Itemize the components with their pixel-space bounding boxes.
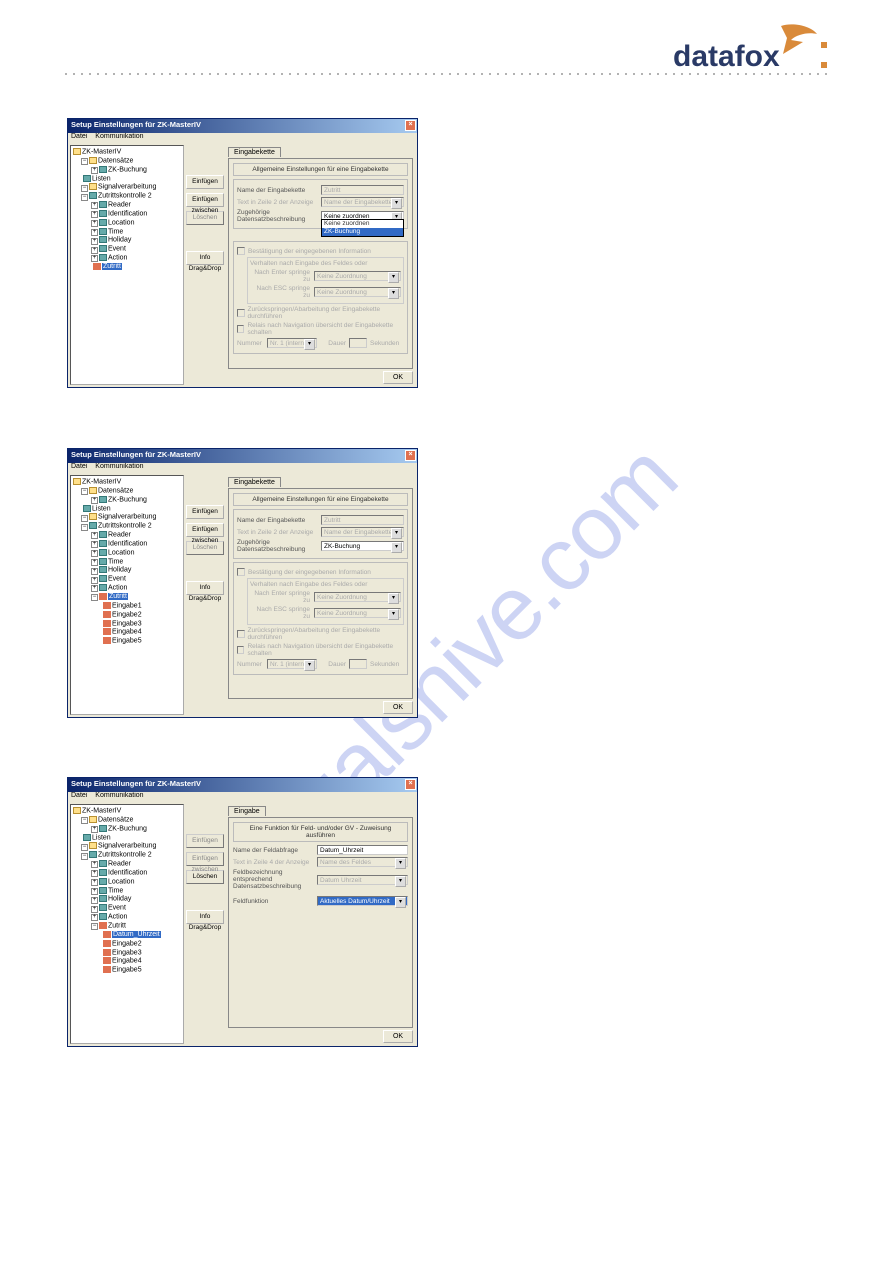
name-field[interactable]: Datum_Uhrzeit — [317, 845, 408, 855]
name-label: Name der Eingabekette — [237, 517, 321, 524]
insert-button[interactable]: Einfügen — [186, 175, 224, 189]
text2-label: Text in Zeile 2 der Anzeige — [237, 529, 321, 536]
side-buttons: Einfügen Einfügen zwischen Löschen Info … — [186, 505, 224, 599]
datafox-logo: datafox — [673, 26, 833, 82]
checkbox-3 — [237, 646, 244, 654]
side-buttons: Einfügen Einfügen zwischen Löschen Info … — [186, 834, 224, 928]
feldfkt-label: Feldfunktion — [233, 898, 317, 905]
titlebar[interactable]: Setup Einstellungen für ZK-MasterIV × — [68, 119, 417, 133]
close-icon[interactable]: × — [405, 450, 416, 461]
window-title: Setup Einstellungen für ZK-MasterIV — [71, 120, 201, 129]
setup-window-3: Setup Einstellungen für ZK-MasterIV × Da… — [67, 777, 418, 1047]
menubar: Datei Kommunikation — [68, 463, 417, 473]
tab-eingabekette[interactable]: Eingabekette — [228, 147, 281, 157]
insert-button: Einfügen — [186, 834, 224, 848]
enter-dd: Keine Zuordnung — [314, 592, 401, 602]
group-title: Allgemeine Einstellungen für eine Eingab… — [233, 163, 408, 176]
insert-between-button[interactable]: Einfügen zwischen — [186, 523, 224, 537]
ok-button[interactable]: OK — [383, 1030, 413, 1043]
info-button[interactable]: Info Drag&Drop — [186, 251, 224, 265]
name-label: Name der Feldabfrage — [233, 847, 317, 854]
setup-window-1: Setup Einstellungen für ZK-MasterIV × Da… — [67, 118, 418, 388]
text2-field: Name des Feldes — [317, 857, 408, 867]
tree-selected: Zutritt — [102, 263, 122, 270]
feldfkt-dropdown[interactable]: Aktuelles Datum/Uhrzeit — [317, 896, 408, 906]
menu-comm[interactable]: Kommunikation — [95, 792, 143, 799]
name-field: Zutritt — [321, 515, 404, 525]
ok-button[interactable]: OK — [383, 701, 413, 714]
checkbox-2 — [237, 309, 245, 317]
logo-text: datafox — [673, 40, 780, 73]
menu-file[interactable]: Datei — [71, 133, 87, 140]
side-buttons: Einfügen Einfügen zwischen Löschen Info … — [186, 175, 224, 269]
tab-eingabe[interactable]: Eingabe — [228, 806, 266, 816]
checkbox-2 — [237, 630, 245, 638]
esc-dd: Keine Zuordnung — [314, 608, 401, 618]
info-button[interactable]: Info Drag&Drop — [186, 581, 224, 595]
checkbox-3 — [237, 325, 244, 333]
text2-field: Name der Eingabekette — [321, 527, 404, 537]
panel: Eingabe Eine Funktion für Feld- und/oder… — [228, 806, 413, 1028]
tree-selected: Datum_Uhrzeit — [112, 931, 161, 938]
name-field: Zutritt — [321, 185, 404, 195]
dd-option-zkbuchung[interactable]: ZK-Buchung — [322, 228, 403, 236]
feldbez-field: Datum Uhrzeit — [317, 875, 408, 885]
menu-file[interactable]: Datei — [71, 792, 87, 799]
name-label: Name der Eingabekette — [237, 187, 321, 194]
group-title: Eine Funktion für Feld- und/oder GV - Zu… — [233, 822, 408, 842]
zugeh-dropdown[interactable]: ZK-Buchung — [321, 541, 404, 551]
zugeh-label: Zugehörige Datensatzbeschreibung — [237, 539, 321, 553]
tree-view[interactable]: ZK-MasterIV −Datensätze +ZK-Buchung List… — [70, 804, 184, 1044]
menu-file[interactable]: Datei — [71, 463, 87, 470]
checkbox-1 — [237, 568, 245, 576]
titlebar[interactable]: Setup Einstellungen für ZK-MasterIV × — [68, 778, 417, 792]
group-title: Allgemeine Einstellungen für eine Eingab… — [233, 493, 408, 506]
setup-window-2: Setup Einstellungen für ZK-MasterIV × Da… — [67, 448, 418, 718]
checkbox-1 — [237, 247, 245, 255]
text2-label: Text in Zeile 2 der Anzeige — [237, 199, 321, 206]
close-icon[interactable]: × — [405, 120, 416, 131]
menu-comm[interactable]: Kommunikation — [95, 463, 143, 470]
enter-dd: Keine Zuordnung — [314, 271, 401, 281]
window-title: Setup Einstellungen für ZK-MasterIV — [71, 779, 201, 788]
text2-field: Name der Eingabekette — [321, 197, 404, 207]
zugeh-label: Zugehörige Datensatzbeschreibung — [237, 209, 321, 223]
tree-view[interactable]: ZK-MasterIV −Datensätze +ZK-Buchung List… — [70, 145, 184, 385]
tab-eingabekette[interactable]: Eingabekette — [228, 477, 281, 487]
menu-comm[interactable]: Kommunikation — [95, 133, 143, 140]
feldbez-label: Feldbezeichnung entsprechend Datensatzbe… — [233, 869, 317, 890]
window-title: Setup Einstellungen für ZK-MasterIV — [71, 450, 201, 459]
menubar: Datei Kommunikation — [68, 133, 417, 143]
menubar: Datei Kommunikation — [68, 792, 417, 802]
panel: Eingabekette Allgemeine Einstellungen fü… — [228, 477, 413, 699]
panel: Eingabekette Allgemeine Einstellungen fü… — [228, 147, 413, 369]
info-button[interactable]: Info Drag&Drop — [186, 910, 224, 924]
tree-view[interactable]: ZK-MasterIV −Datensätze +ZK-Buchung List… — [70, 475, 184, 715]
dd-option-none[interactable]: Keine zuordnen — [322, 220, 403, 228]
dropdown-list[interactable]: Keine zuordnen ZK-Buchung — [321, 219, 404, 237]
insert-between-button: Einfügen zwischen — [186, 852, 224, 866]
insert-between-button[interactable]: Einfügen zwischen — [186, 193, 224, 207]
tree-selected: Zutritt — [108, 593, 128, 600]
esc-dd: Keine Zuordnung — [314, 287, 401, 297]
titlebar[interactable]: Setup Einstellungen für ZK-MasterIV × — [68, 449, 417, 463]
ok-button[interactable]: OK — [383, 371, 413, 384]
close-icon[interactable]: × — [405, 779, 416, 790]
text2-label: Text in Zeile 4 der Anzeige — [233, 859, 317, 866]
insert-button[interactable]: Einfügen — [186, 505, 224, 519]
